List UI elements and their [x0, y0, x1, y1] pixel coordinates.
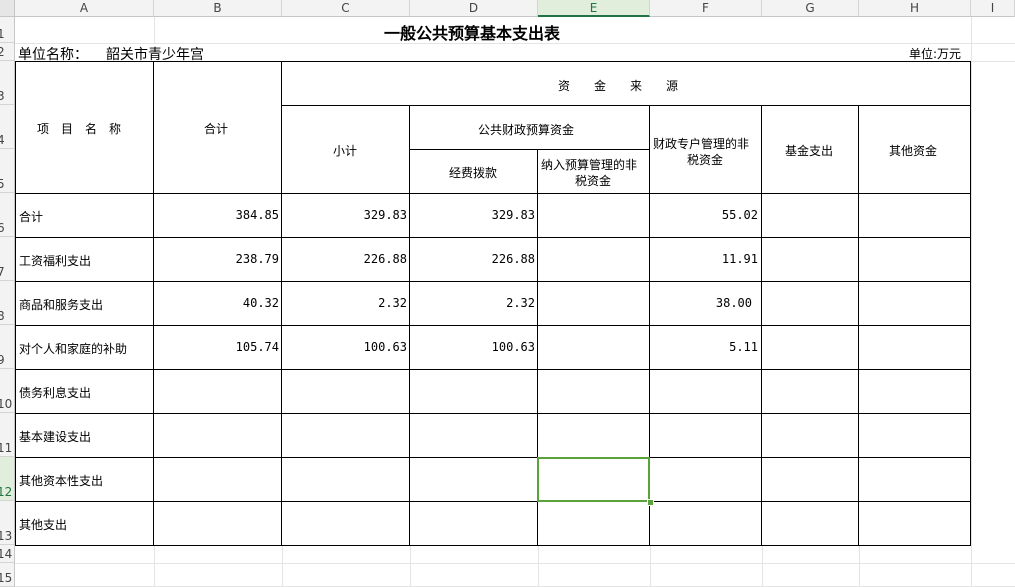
row-name: 合计 [19, 210, 44, 224]
row-name: 其他资本性支出 [19, 474, 104, 488]
column-header-e[interactable]: E [538, 0, 650, 17]
row-name: 其他支出 [19, 518, 68, 532]
cell-subtotal[interactable]: 226.88 [282, 252, 407, 266]
header-fund-expense: 基金支出 [785, 144, 834, 158]
cell-special-fund[interactable]: 55.02 [650, 208, 758, 222]
column-header-h[interactable]: H [859, 0, 971, 17]
cell-total[interactable]: 238.79 [154, 252, 279, 266]
cell-appropriation[interactable]: 2.32 [410, 296, 535, 310]
row-header-10[interactable]: 10 [0, 369, 15, 413]
cell-subtotal[interactable]: 2.32 [282, 296, 407, 310]
header-special-line1: 财政专户管理的非 [653, 137, 750, 151]
row-header-14[interactable]: 14 [0, 545, 15, 563]
cell-total[interactable]: 105.74 [154, 340, 279, 354]
header-appropriation: 经费拨款 [449, 166, 498, 180]
cell-special-fund[interactable]: 11.91 [650, 252, 758, 266]
cell-subtotal[interactable]: 329.83 [282, 208, 407, 222]
row-name: 基本建设支出 [19, 430, 92, 444]
row-name: 债务利息支出 [19, 386, 92, 400]
row-header-12[interactable]: 12 [0, 457, 15, 501]
header-non-tax-line2: 税资金 [575, 174, 612, 188]
header-item-name: 项 目 名 称 [37, 122, 122, 136]
row-name: 对个人和家庭的补助 [19, 342, 128, 356]
row-header-8[interactable]: 8 [0, 281, 15, 325]
cell-total[interactable]: 384.85 [154, 208, 279, 222]
row-name: 工资福利支出 [19, 254, 92, 268]
cell-appropriation[interactable]: 100.63 [410, 340, 535, 354]
selected-cell-e12[interactable] [537, 457, 650, 502]
header-funding-source: 资 金 来 源 [558, 79, 679, 93]
row-header-15[interactable]: 15 [0, 563, 15, 587]
header-public-budget: 公共财政预算资金 [478, 123, 575, 137]
row-header-5[interactable]: 5 [0, 149, 15, 193]
cell-special-fund[interactable]: 38.00 [650, 296, 752, 310]
cell-total[interactable]: 40.32 [154, 296, 279, 310]
row-header-3[interactable]: 3 [0, 61, 15, 105]
cell-special-fund[interactable]: 5.11 [650, 340, 758, 354]
unit-label: 单位:万元 [909, 47, 962, 61]
row-header-6[interactable]: 6 [0, 193, 15, 237]
column-header-d[interactable]: D [410, 0, 538, 17]
column-header-a[interactable]: A [15, 0, 154, 17]
cell-appropriation[interactable]: 329.83 [410, 208, 535, 222]
column-header-g[interactable]: G [762, 0, 859, 17]
cell-subtotal[interactable]: 100.63 [282, 340, 407, 354]
cell-appropriation[interactable]: 226.88 [410, 252, 535, 266]
column-header-b[interactable]: B [154, 0, 282, 17]
row-header-4[interactable]: 4 [0, 105, 15, 149]
header-other-fund: 其他资金 [889, 144, 938, 158]
row-name: 商品和服务支出 [19, 298, 104, 312]
column-header-i[interactable]: I [971, 0, 1015, 17]
column-header-f[interactable]: F [650, 0, 762, 17]
row-header-1[interactable]: 1 [0, 17, 15, 43]
row-header-13[interactable]: 13 [0, 501, 15, 545]
row-header-9[interactable]: 9 [0, 325, 15, 369]
header-subtotal: 小计 [333, 144, 358, 158]
select-all-corner[interactable] [0, 0, 15, 17]
fill-handle[interactable] [647, 499, 654, 506]
column-header-c[interactable]: C [282, 0, 410, 17]
row-header-7[interactable]: 7 [0, 237, 15, 281]
row-header-2[interactable]: 2 [0, 43, 15, 61]
header-total: 合计 [204, 122, 229, 136]
table-title: 一般公共预算基本支出表 [384, 24, 561, 43]
header-non-tax-line1: 纳入预算管理的非 [541, 158, 638, 172]
header-special-line2: 税资金 [687, 153, 724, 167]
row-header-11[interactable]: 11 [0, 413, 15, 457]
